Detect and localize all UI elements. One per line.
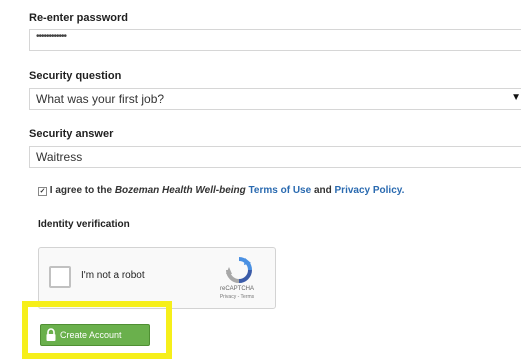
recaptcha-widget: I'm not a robot reCAPTCHA Privacy - Term…	[38, 247, 276, 309]
security-question-select[interactable]: What was your first job? ▼	[29, 88, 521, 110]
agreement-row: ✓ I agree to the Bozeman Health Well-bei…	[38, 185, 404, 196]
security-answer-value: Waitress	[36, 150, 83, 164]
reenter-password-label: Re-enter password	[29, 12, 129, 24]
security-question-label: Security question	[29, 70, 122, 82]
agreement-and: and	[313, 185, 332, 196]
security-answer-input[interactable]: Waitress	[29, 146, 521, 168]
reenter-password-input[interactable]: ••••••••••••	[29, 29, 521, 51]
lock-icon	[46, 328, 56, 341]
agreement-prefix: I agree to the	[49, 185, 113, 196]
terms-of-use-link[interactable]: Terms of Use	[249, 185, 312, 196]
create-account-button[interactable]: Create Account	[40, 324, 150, 346]
agreement-checkbox[interactable]: ✓	[38, 187, 47, 196]
privacy-policy-link[interactable]: Privacy Policy.	[335, 185, 405, 196]
reenter-password-value: ••••••••••••	[36, 31, 67, 42]
security-question-value: What was your first job?	[36, 92, 165, 106]
recaptcha-links[interactable]: Privacy - Terms	[207, 294, 267, 300]
recaptcha-checkbox[interactable]	[49, 266, 71, 288]
create-account-label: Create Account	[60, 330, 122, 340]
recaptcha-brand: reCAPTCHA	[219, 286, 254, 292]
dropdown-arrow-icon[interactable]: ▼	[511, 92, 521, 103]
recaptcha-label: I'm not a robot	[81, 270, 145, 281]
agreement-brand: Bozeman Health Well-being	[114, 185, 246, 196]
security-answer-label: Security answer	[29, 128, 114, 140]
identity-verification-label: Identity verification	[38, 219, 130, 230]
recaptcha-logo-icon	[226, 257, 252, 283]
